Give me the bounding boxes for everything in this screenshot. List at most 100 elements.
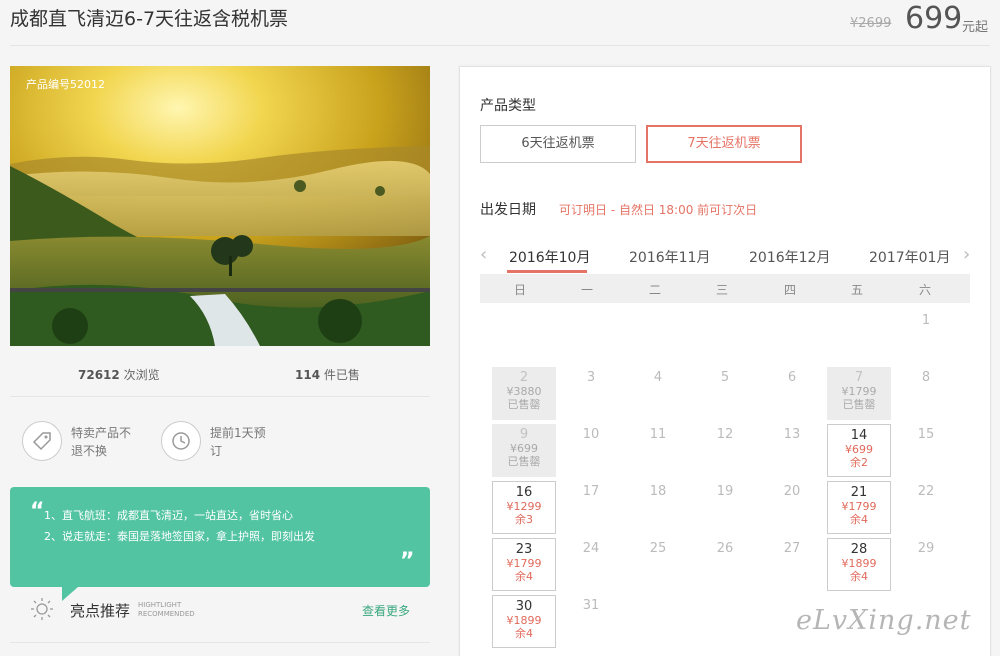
product-photo[interactable]: 产品编号52012 [10,66,430,346]
calendar-day-number: 23 [515,542,533,557]
weekday-tue: 二 [648,283,661,297]
calendar-day-17: 17 [559,481,623,534]
calendar-day-stock: 已售罄 [842,398,876,411]
price-unit: 元起 [962,20,989,35]
calendar-day-2: 2 ¥3880 已售罄 [492,367,556,420]
calendar-day-28[interactable]: 28 ¥1899 余4 [827,538,891,591]
sold-stat: 114 件已售 [295,366,360,383]
views-count: 72612 [78,368,120,382]
promo-line-1: 1、直飞航班：成都直飞清迈，一站直达，省时省心 [44,509,293,522]
weekday-header: 日 一 二 三 四 五 六 [480,274,970,303]
calendar-day-25: 25 [626,538,690,591]
calendar-day-number: 17 [582,484,600,499]
calendar-day-21[interactable]: 21 ¥1799 余4 [827,481,891,534]
calendar-day-8: 8 [894,367,958,420]
calendar-day-price: ¥3880 [506,385,542,398]
calendar-day-price: ¥699 [845,443,873,456]
weekday-thu: 四 [783,283,796,297]
calendar-day-number: 11 [649,427,667,442]
weekday-sun: 日 [513,283,526,297]
prev-month-icon[interactable]: ‹ [480,245,487,265]
calendar-day-24: 24 [559,538,623,591]
calendar-day-11: 11 [626,424,690,477]
calendar-day-31: 31 [559,595,623,648]
calendar-day-stock: 已售罄 [507,455,541,468]
calendar-day-12: 12 [693,424,757,477]
calendar-day-price: ¥1899 [506,614,542,627]
calendar-day-number: 30 [515,599,533,614]
calendar-day-number: 3 [586,370,596,385]
type-7day-button[interactable]: 7天往返机票 [646,125,802,163]
promo-tail [62,587,78,601]
product-number: 产品编号52012 [26,78,105,91]
calendar-day-22: 22 [894,481,958,534]
feature-no-refund: 特卖产品不退不换 [71,426,132,458]
calendar-day-number: 18 [649,484,667,499]
site-watermark: eLvXing.net [796,605,972,636]
month-tab-oct[interactable]: 2016年10月 [509,247,590,267]
calendar-day-number: 9 [519,427,529,442]
month-tab-nov[interactable]: 2016年11月 [629,247,710,267]
calendar-day-number: 25 [649,541,667,556]
calendar-day-29: 29 [894,538,958,591]
calendar-day-number: 24 [582,541,600,556]
highlight-subtitle-line2: RECOMMENDED [138,610,195,618]
calendar-day-price: ¥1799 [506,557,542,570]
calendar-day-number: 22 [917,484,935,499]
calendar-day-number: 2 [519,370,529,385]
calendar-day-price: ¥699 [510,442,538,455]
calendar-day-price: ¥1799 [841,385,877,398]
stats-divider [10,396,430,397]
calendar-day-9: 9 ¥699 已售罄 [492,424,556,477]
weekday-wed: 三 [715,283,728,297]
weekday-mon: 一 [580,283,593,297]
calendar-day-20: 20 [760,481,824,534]
calendar-day-26: 26 [693,538,757,591]
month-tab-jan[interactable]: 2017年01月 [869,247,950,267]
calendar-day-30[interactable]: 30 ¥1899 余4 [492,595,556,648]
calendar-day-16[interactable]: 16 ¥1299 余3 [492,481,556,534]
promo-line-2: 2、说走就走：泰国是落地签国家，拿上护照，即刻出发 [44,530,315,543]
calendar-day-19: 19 [693,481,757,534]
calendar-day-number: 12 [716,427,734,442]
see-more-link[interactable]: 查看更多 [362,602,410,619]
month-tab-dec[interactable]: 2016年12月 [749,247,830,267]
calendar-day-stock: 余4 [850,570,868,583]
next-month-icon[interactable]: › [963,245,970,265]
quote-open-icon: “ [30,499,45,524]
calendar-day-10: 10 [559,424,623,477]
highlight-subtitle: HIGHTLIGHT RECOMMENDED [138,601,195,619]
calendar-day-23[interactable]: 23 ¥1799 余4 [492,538,556,591]
calendar-day-number: 6 [787,370,797,385]
bottom-divider [10,642,430,643]
calendar-day-number: 27 [783,541,801,556]
calendar-day-3: 3 [559,367,623,420]
sold-label: 件已售 [323,368,360,382]
type-6day-button[interactable]: 6天往返机票 [480,125,636,163]
calendar-day-number: 31 [582,598,600,613]
views-label: 次浏览 [123,368,160,382]
calendar-day-1: 1 [894,310,958,363]
views-stat: 72612 次浏览 [78,366,160,383]
calendar-day-number: 4 [653,370,663,385]
departure-date-label: 出发日期 [480,202,536,218]
calendar-day-4: 4 [626,367,690,420]
calendar-day-number: 15 [917,427,935,442]
calendar-day-stock: 余3 [515,513,533,526]
calendar-day-number: 1 [921,313,931,328]
calendar-day-stock: 余4 [515,627,533,640]
calendar-day-14[interactable]: 14 ¥699 余2 [827,424,891,477]
current-price: 699 [905,1,963,36]
calendar-day-number: 8 [921,370,931,385]
calendar-day-number: 13 [783,427,801,442]
calendar-day-number: 16 [515,485,533,500]
calendar-day-number: 5 [720,370,730,385]
calendar-day-5: 5 [693,367,757,420]
clock-history-icon [161,421,201,461]
calendar-day-number: 21 [850,485,868,500]
calendar-day-stock: 余2 [850,456,868,469]
promo-box: “ 1、直飞航班：成都直飞清迈，一站直达，省时省心 2、说走就走：泰国是落地签国… [10,487,430,601]
calendar-day-stock: 已售罄 [507,398,541,411]
sun-icon [31,598,53,620]
tag-icon [22,421,62,461]
